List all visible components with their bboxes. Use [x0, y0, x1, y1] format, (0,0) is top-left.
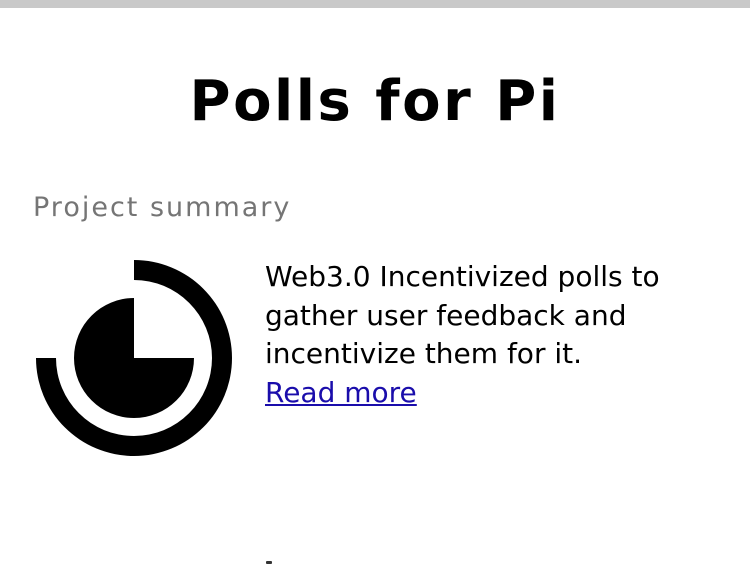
project-summary: Web3.0 Incentivized polls to gather user…: [265, 258, 705, 412]
scroll-indicator: [266, 561, 272, 564]
top-divider: [0, 0, 750, 8]
page-title: Polls for Pi: [189, 69, 561, 134]
poll-chart-icon: [32, 256, 236, 460]
section-label: Project summary: [33, 192, 292, 223]
read-more-link[interactable]: Read more: [265, 374, 417, 413]
project-description: Web3.0 Incentivized polls to gather user…: [265, 260, 660, 370]
